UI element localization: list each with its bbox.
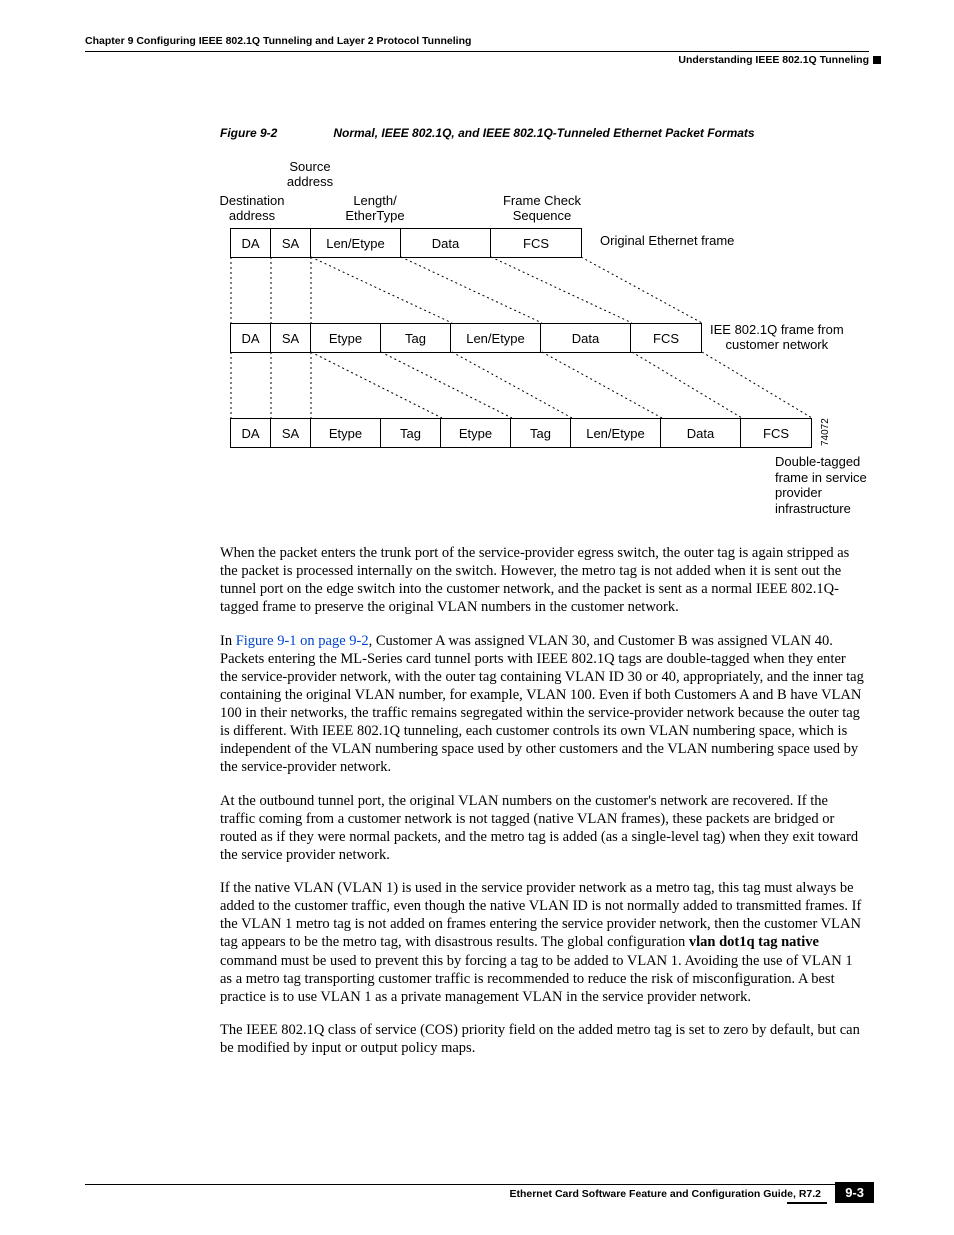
- figure-title: Normal, IEEE 802.1Q, and IEEE 802.1Q-Tun…: [333, 126, 754, 140]
- paragraph-3: At the outbound tunnel port, the origina…: [220, 792, 865, 865]
- paragraph-5: The IEEE 802.1Q class of service (COS) p…: [220, 1021, 865, 1057]
- p4-rest: command must be used to prevent this by …: [220, 953, 853, 1005]
- section-header: Understanding IEEE 802.1Q Tunneling: [85, 54, 869, 66]
- paragraph-1: When the packet enters the trunk port of…: [220, 544, 865, 617]
- figure-caption: Figure 9-2 Normal, IEEE 802.1Q, and IEEE…: [220, 126, 869, 140]
- figure-number: Figure 9-2: [220, 126, 330, 140]
- footer-title: Ethernet Card Software Feature and Confi…: [85, 1188, 821, 1200]
- footer: Ethernet Card Software Feature and Confi…: [85, 1184, 869, 1200]
- figure-ref-link[interactable]: Figure 9-1 on page 9-2: [236, 633, 369, 649]
- page-number: 9-3: [835, 1182, 874, 1203]
- chapter-header: Chapter 9 Configuring IEEE 802.1Q Tunnel…: [85, 35, 869, 47]
- command-vlan-dot1q: vlan dot1q tag native: [689, 934, 819, 950]
- body-text: When the packet enters the trunk port of…: [220, 544, 865, 1057]
- header-rule: [85, 51, 869, 52]
- paragraph-4: If the native VLAN (VLAN 1) is used in t…: [220, 879, 865, 1006]
- p2-prefix: In: [220, 633, 236, 649]
- paragraph-2: In Figure 9-1 on page 9-2, Customer A wa…: [220, 632, 865, 777]
- packet-diagram: Sourceaddress Destinationaddress Length/…: [220, 150, 880, 520]
- guide-lines: [220, 150, 880, 520]
- p2-rest: , Customer A was assigned VLAN 30, and C…: [220, 633, 864, 776]
